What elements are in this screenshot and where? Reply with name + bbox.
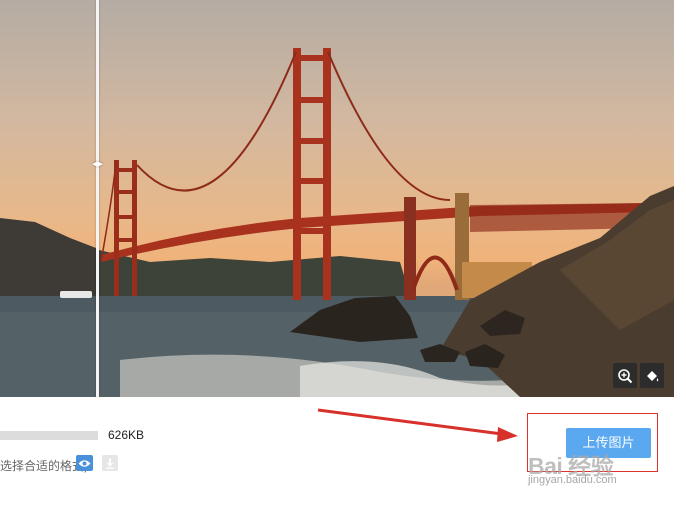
- watermark-url: jingyan.baidu.com: [528, 474, 617, 486]
